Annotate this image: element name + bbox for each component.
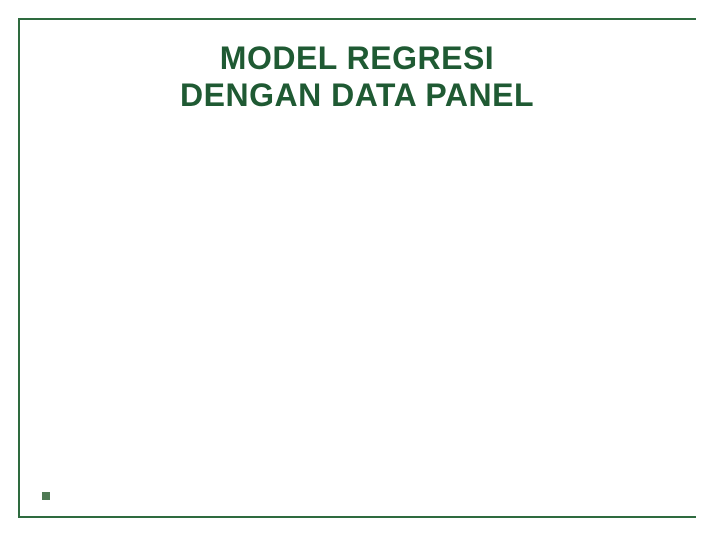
slide-frame: MODEL REGRESI DENGAN DATA PANEL — [18, 18, 696, 518]
frame-bottom-border — [18, 516, 696, 518]
title-line-1: MODEL REGRESI — [88, 40, 626, 77]
frame-top-border — [18, 18, 696, 20]
title-line-2: DENGAN DATA PANEL — [88, 77, 626, 114]
bullet-square-icon — [42, 492, 50, 500]
frame-left-border — [18, 18, 20, 518]
slide-title: MODEL REGRESI DENGAN DATA PANEL — [88, 40, 626, 114]
